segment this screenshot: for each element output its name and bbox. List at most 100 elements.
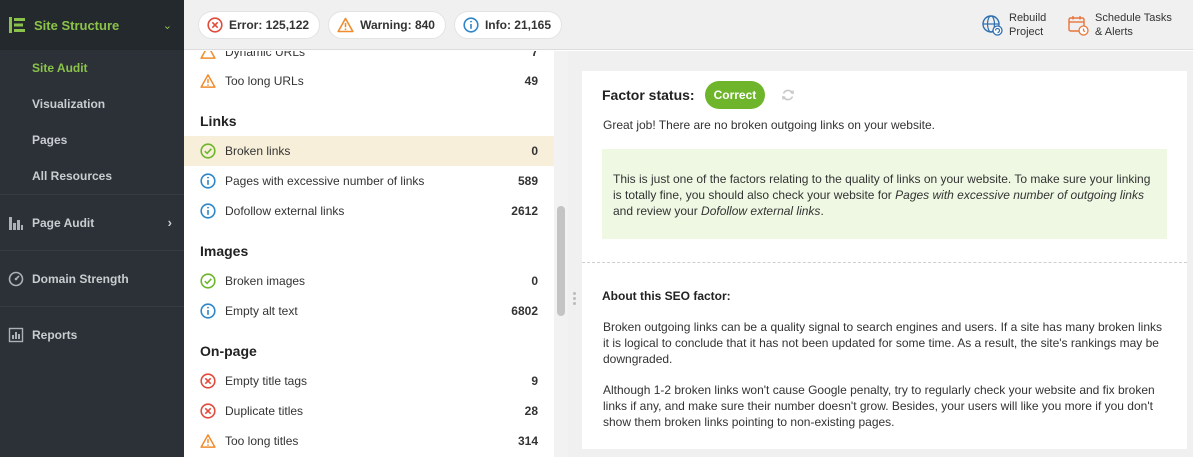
info-icon [200,203,216,219]
sidebar: Site Structure ⌄ Site Audit Visualizatio… [0,0,184,457]
error-icon [200,373,216,389]
factor-row-dofollow-external[interactable]: Dofollow external links 2612 [184,196,554,226]
factor-status-label: Factor status: [602,87,695,103]
schedule-label-line1: Schedule Tasks [1095,12,1172,24]
factor-row-too-long-titles[interactable]: Too long titles 314 [184,426,554,456]
sidebar-item-site-audit[interactable]: Site Audit [0,50,184,86]
check-icon [200,143,216,159]
factor-label: Too long titles [225,434,299,448]
category-heading-images: Images [200,243,249,259]
note-link-excessive-links[interactable]: Pages with excessive number of outgoing … [895,188,1144,202]
warning-icon [337,17,354,32]
factor-count: 0 [531,274,538,288]
chevron-down-icon: ⌄ [162,19,172,32]
factor-count: 314 [517,434,538,448]
sidebar-header-label: Site Structure [34,17,120,33]
sidebar-item-pages[interactable]: Pages [0,122,184,158]
error-icon [207,16,223,33]
factor-row-broken-links[interactable]: Broken links 0 [184,136,554,166]
sidebar-item-label: Pages [32,133,68,147]
factor-label: Dofollow external links [225,204,345,218]
sidebar-item-label: All Resources [32,169,113,183]
site-structure-icon [9,17,25,33]
factor-label: Broken links [225,144,291,158]
factor-label: Too long URLs [225,74,304,88]
factor-result-message: Great job! There are no broken outgoing … [603,118,935,132]
factor-row-empty-alt[interactable]: Empty alt text 6802 [184,296,554,326]
warning-icon [200,74,216,88]
factor-count: 589 [517,174,538,188]
info-icon [200,173,216,189]
factor-label: Dynamic URLs [225,51,306,59]
factor-count: 7 [531,51,538,59]
factor-row-empty-title-tags[interactable]: Empty title tags 9 [184,366,554,396]
sidebar-header-site-structure[interactable]: Site Structure ⌄ [0,0,184,50]
check-icon [200,273,216,289]
factor-count: 2612 [511,204,538,218]
related-factors-note: This is just one of the factors relating… [602,149,1167,239]
calendar-alert-icon [1068,16,1089,36]
reports-icon [8,327,24,342]
warning-icon [200,434,216,448]
sidebar-section-page-audit[interactable]: Page Audit › [0,194,184,250]
sidebar-section-label: Reports [32,327,78,342]
sidebar-section-label: Page Audit [32,215,95,230]
sidebar-section-domain-strength[interactable]: Domain Strength [0,250,184,306]
error-count-filter[interactable]: Error: 125,122 [198,10,321,39]
factor-label: Empty alt text [225,304,298,318]
factor-list: Dynamic URLs 7 Too long URLs 49 Links Br… [184,51,554,457]
factor-row-dynamic-urls[interactable]: Dynamic URLs 7 [184,51,554,67]
section-divider [582,262,1187,263]
sidebar-item-all-resources[interactable]: All Resources [0,158,184,194]
top-bar: Error: 125,122 Warning: 840 Info: 21,165 [184,0,1193,50]
status-badge: Correct [704,81,766,109]
domain-strength-icon [8,271,24,286]
about-factor-paragraph-1: Broken outgoing links can be a quality s… [603,320,1162,366]
sidebar-item-visualization[interactable]: Visualization [0,86,184,122]
factor-status: Factor status: Correct [602,81,795,109]
info-icon [463,16,479,33]
rebuild-label-line1: Rebuild [1009,12,1047,24]
globe-refresh-icon [982,15,1003,36]
factor-row-excessive-links[interactable]: Pages with excessive number of links 589 [184,166,554,196]
rebuild-project-button[interactable]: Rebuild Project [981,11,1053,39]
factor-count: 9 [531,374,538,388]
scrollbar-thumb[interactable] [557,206,565,316]
refresh-icon[interactable] [781,88,795,102]
factor-label: Pages with excessive number of links [225,174,425,188]
warning-count: Warning: 840 [360,17,435,32]
factor-row-duplicate-titles[interactable]: Duplicate titles 28 [184,396,554,426]
warning-icon [200,51,216,59]
note-link-dofollow-external[interactable]: Dofollow external links [701,204,820,218]
about-factor-paragraph-2: Although 1-2 broken links won't cause Go… [603,383,1155,429]
factor-detail-card: Factor status: Correct Great job! There … [582,71,1187,449]
factor-row-broken-images[interactable]: Broken images 0 [184,266,554,296]
info-count: Info: 21,165 [484,17,551,32]
factor-label: Broken images [225,274,306,288]
sidebar-section-reports[interactable]: Reports [0,306,184,362]
factor-label: Duplicate titles [225,404,304,418]
page-audit-icon [9,216,23,230]
sidebar-item-label: Site Audit [32,61,88,75]
warning-count-filter[interactable]: Warning: 840 [328,10,446,39]
rebuild-label-line2: Project [1009,26,1044,38]
resize-handle[interactable] [573,292,577,308]
category-heading-on-page: On-page [200,343,257,359]
sidebar-item-label: Visualization [32,97,106,111]
factor-count: 28 [524,404,538,418]
factor-count: 6802 [511,304,538,318]
chevron-right-icon: › [167,215,172,230]
error-count: Error: 125,122 [229,17,310,32]
note-text: and review your [613,204,702,218]
factor-row-too-long-urls[interactable]: Too long URLs 49 [184,66,554,96]
category-heading-links: Links [200,113,237,129]
info-count-filter[interactable]: Info: 21,165 [453,10,562,39]
factor-count: 49 [524,74,538,88]
schedule-tasks-button[interactable]: Schedule Tasks & Alerts [1067,11,1179,39]
factor-label: Empty title tags [225,374,308,388]
info-icon [200,303,216,319]
schedule-label-line2: & Alerts [1095,26,1133,38]
error-icon [200,403,216,419]
about-factor-heading: About this SEO factor: [602,289,731,303]
factor-count: 0 [531,144,538,158]
